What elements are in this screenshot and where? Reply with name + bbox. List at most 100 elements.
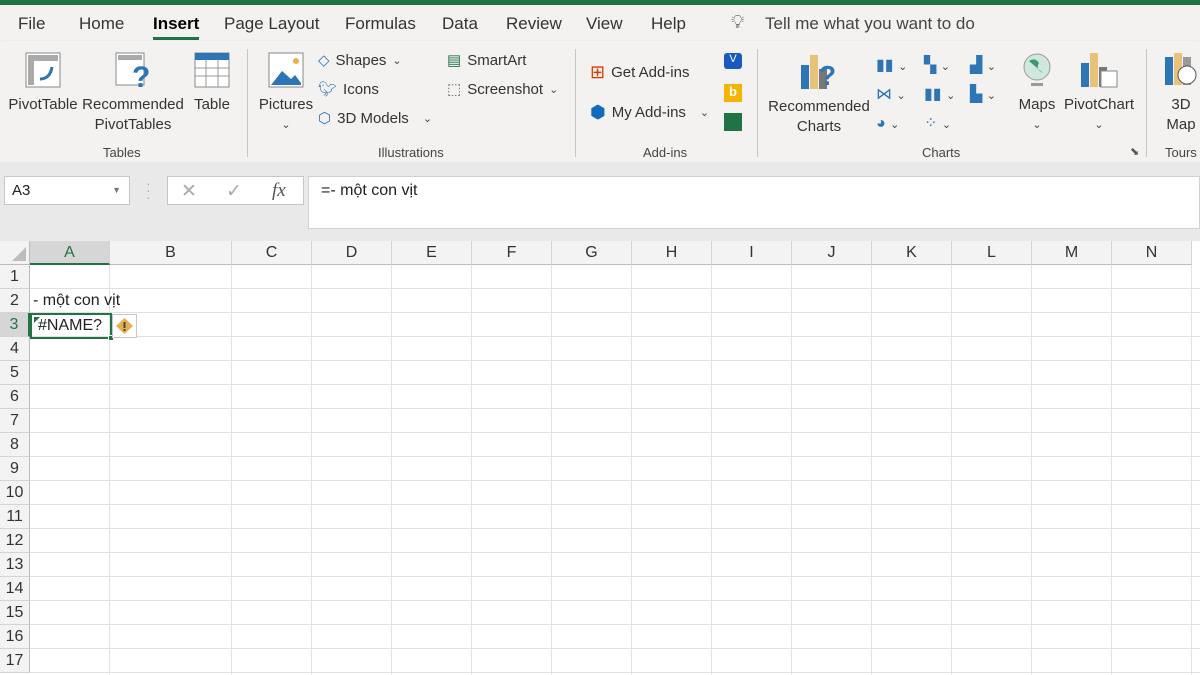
tab-page-layout[interactable]: Page Layout: [224, 14, 319, 34]
pictures-icon: [268, 52, 304, 88]
tab-insert[interactable]: Insert: [153, 14, 200, 40]
column-header-A[interactable]: A: [30, 241, 110, 265]
column-header-M[interactable]: M: [1032, 241, 1112, 265]
tell-me-search[interactable]: Tell me what you want to do: [765, 14, 975, 34]
shapes-icon: ◇: [318, 52, 330, 69]
pie-chart-icon[interactable]: ◕ ⌄: [876, 109, 899, 140]
row-header-6[interactable]: 6: [0, 385, 30, 409]
row-header-2[interactable]: 2: [0, 289, 30, 313]
row-header-5[interactable]: 5: [0, 361, 30, 385]
chevron-down-icon: ⌄: [699, 107, 710, 119]
charts-dialog-launcher-icon[interactable]: ⬊: [1130, 145, 1139, 158]
row-header-16[interactable]: 16: [0, 625, 30, 649]
row-header-12[interactable]: 12: [0, 529, 30, 553]
gridline: [311, 265, 312, 675]
people-graph-icon[interactable]: [724, 113, 742, 131]
bing-maps-icon[interactable]: b: [724, 84, 742, 102]
column-chart-icon[interactable]: ▮▮ ⌄: [876, 51, 907, 82]
row-header-11[interactable]: 11: [0, 505, 30, 529]
cube-icon: ⬡: [318, 110, 332, 127]
column-header-H[interactable]: H: [632, 241, 712, 265]
row-header-8[interactable]: 8: [0, 433, 30, 457]
separator: [575, 49, 576, 157]
cell-a3[interactable]: #NAME?: [30, 313, 114, 341]
pivottable-button[interactable]: PivotTable: [6, 51, 80, 115]
group-label-illustrations: Illustrations: [378, 145, 444, 160]
visio-icon[interactable]: V: [724, 53, 742, 69]
3d-models-button[interactable]: ⬡ 3D Models ⌄: [318, 109, 432, 128]
waterfall-chart-icon[interactable]: ▟ ⌄: [970, 51, 996, 82]
combo-chart-icon[interactable]: ▙ ⌄: [970, 80, 996, 111]
warning-icon: [116, 318, 133, 334]
chevron-down-icon: ⌄: [281, 119, 291, 131]
formula-input[interactable]: =- một con vịt: [308, 176, 1200, 229]
column-header-C[interactable]: C: [232, 241, 312, 265]
maps-button[interactable]: Maps ⌄: [1016, 51, 1058, 135]
smartart-icon: ▤: [447, 52, 462, 69]
column-header-I[interactable]: I: [712, 241, 792, 265]
gridline: [631, 265, 632, 675]
column-header-J[interactable]: J: [792, 241, 872, 265]
column-header-B[interactable]: B: [110, 241, 232, 265]
row-header-4[interactable]: 4: [0, 337, 30, 361]
pictures-button[interactable]: Pictures ⌄: [256, 51, 316, 135]
column-header-N[interactable]: N: [1112, 241, 1192, 265]
gridline: [30, 288, 1200, 289]
table-icon: [194, 52, 230, 88]
tab-file[interactable]: File: [18, 14, 45, 34]
row-header-10[interactable]: 10: [0, 481, 30, 505]
my-add-ins-button[interactable]: ⬢ My Add-ins ⌄: [590, 102, 709, 123]
row-header-9[interactable]: 9: [0, 457, 30, 481]
name-box[interactable]: A3 ▼: [4, 176, 130, 205]
enter-check-icon[interactable]: ✓: [226, 180, 242, 203]
tab-view[interactable]: View: [586, 14, 623, 34]
column-header-K[interactable]: K: [872, 241, 952, 265]
row-header-14[interactable]: 14: [0, 577, 30, 601]
tab-help[interactable]: Help: [651, 14, 686, 34]
scatter-chart-icon[interactable]: ⁘ ⌄: [924, 109, 951, 140]
icons-button[interactable]: 🐦︎ Icons: [318, 80, 379, 99]
row-header-1[interactable]: 1: [0, 265, 30, 289]
gridline: [1191, 265, 1192, 675]
row-header-3[interactable]: 3: [0, 313, 30, 337]
ribbon: PivotTable ? Recommended PivotTables Tab…: [0, 41, 1200, 162]
select-all-button[interactable]: [0, 241, 30, 265]
statistic-chart-icon[interactable]: ▮▮ ⌄: [924, 80, 955, 111]
column-header-E[interactable]: E: [392, 241, 472, 265]
tab-home[interactable]: Home: [79, 14, 124, 34]
recommended-charts-button[interactable]: ? Recommended Charts: [766, 51, 872, 137]
line-chart-icon[interactable]: ⋈ ⌄: [876, 80, 906, 111]
3d-map-button[interactable]: 3D Map: [1156, 51, 1200, 135]
table-button[interactable]: Table: [190, 51, 234, 115]
row-header-15[interactable]: 15: [0, 601, 30, 625]
smartart-button[interactable]: ▤ SmartArt: [447, 51, 526, 70]
cancel-icon[interactable]: ✕: [181, 180, 197, 203]
gridline: [471, 265, 472, 675]
gridline: [1111, 265, 1112, 675]
shapes-button[interactable]: ◇ Shapes ⌄: [318, 51, 402, 70]
screenshot-button[interactable]: ⬚ Screenshot ⌄: [447, 80, 558, 99]
insert-function-icon[interactable]: fx: [272, 180, 286, 202]
tab-data[interactable]: Data: [442, 14, 478, 34]
column-header-D[interactable]: D: [312, 241, 392, 265]
tab-review[interactable]: Review: [506, 14, 562, 34]
column-header-F[interactable]: F: [472, 241, 552, 265]
drag-handle-icon[interactable]: · · ·: [146, 176, 151, 204]
chevron-down-icon: ⌄: [392, 54, 402, 67]
dropdown-arrow-icon[interactable]: ▼: [112, 185, 121, 195]
cell-a2[interactable]: - một con vịt: [33, 289, 120, 313]
row-header-13[interactable]: 13: [0, 553, 30, 577]
row-header-7[interactable]: 7: [0, 409, 30, 433]
row-header-17[interactable]: 17: [0, 649, 30, 673]
get-add-ins-button[interactable]: ⊞ Get Add-ins: [590, 62, 689, 83]
column-header-L[interactable]: L: [952, 241, 1032, 265]
hierarchy-chart-icon[interactable]: ▚ ⌄: [924, 51, 950, 82]
error-options-button[interactable]: [112, 314, 137, 338]
recommended-pivottables-button[interactable]: ? Recommended PivotTables: [82, 51, 184, 135]
ribbon-tabs: File Home Insert Page Layout Formulas Da…: [0, 5, 1200, 41]
group-label-tables: Tables: [103, 145, 141, 160]
column-header-G[interactable]: G: [552, 241, 632, 265]
pivotchart-button[interactable]: PivotChart ⌄: [1062, 51, 1136, 135]
separator: [757, 49, 758, 157]
tab-formulas[interactable]: Formulas: [345, 14, 416, 34]
